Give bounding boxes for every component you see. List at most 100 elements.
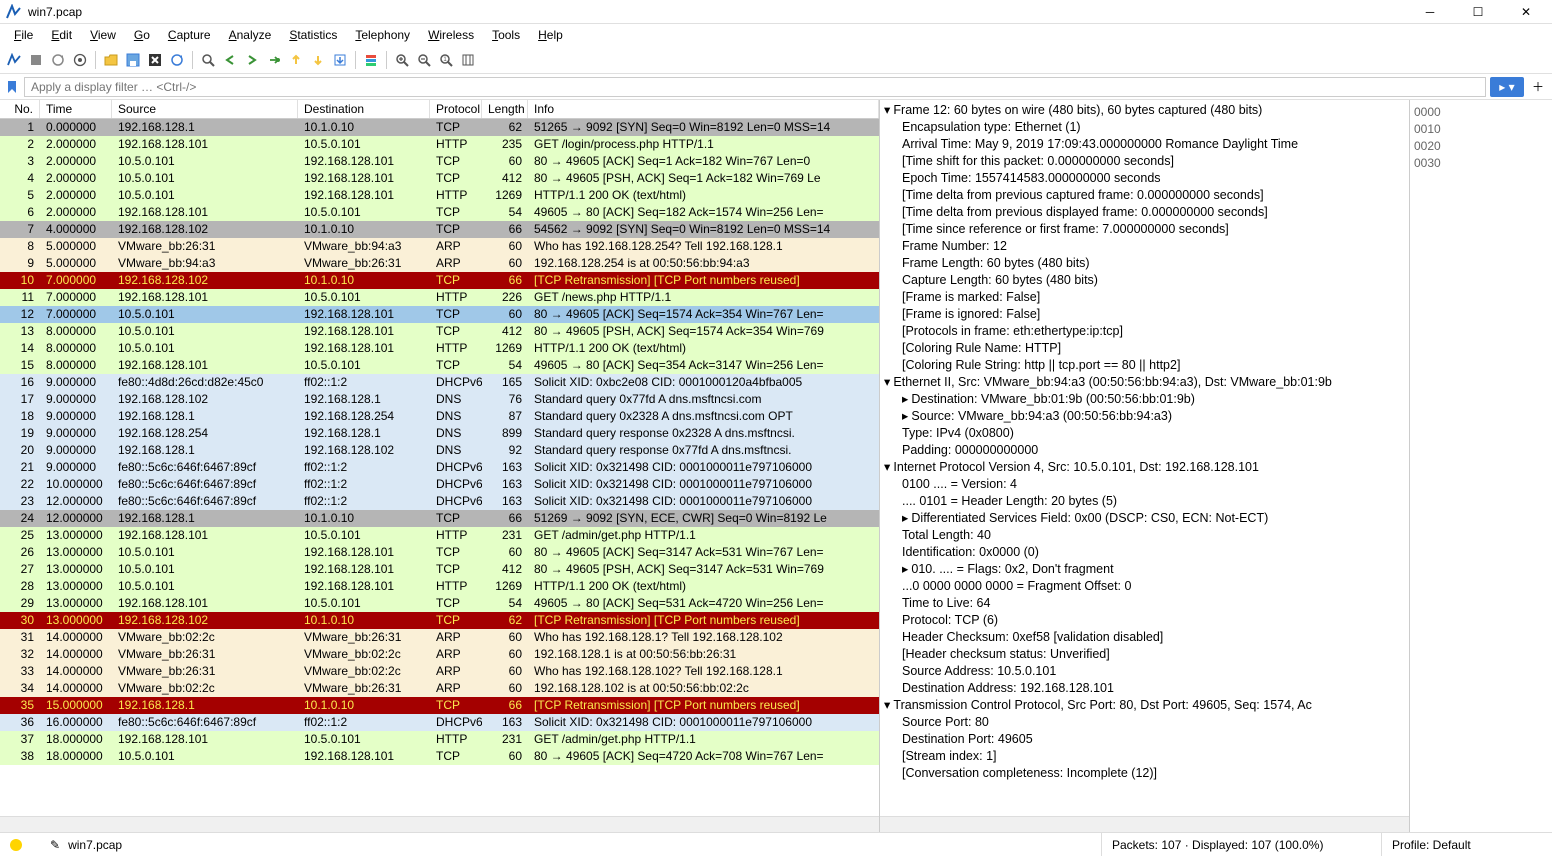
packet-row[interactable]: 179.000000192.168.128.102192.168.128.1DN…	[0, 391, 879, 408]
go-back-icon[interactable]	[220, 50, 240, 70]
packet-row[interactable]: 85.000000VMware_bb:26:31VMware_bb:94:a3A…	[0, 238, 879, 255]
menu-view[interactable]: View	[82, 26, 124, 44]
packet-row[interactable]: 148.00000010.5.0.101192.168.128.101HTTP1…	[0, 340, 879, 357]
col-dest[interactable]: Destination	[298, 100, 430, 118]
detail-line[interactable]: [Time delta from previous captured frame…	[884, 187, 1405, 204]
col-length[interactable]: Length	[482, 100, 528, 118]
auto-scroll-icon[interactable]	[330, 50, 350, 70]
capture-options-icon[interactable]	[70, 50, 90, 70]
detail-line[interactable]: [Coloring Rule Name: HTTP]	[884, 340, 1405, 357]
menu-file[interactable]: File	[6, 26, 41, 44]
detail-line[interactable]: [Protocols in frame: eth:ethertype:ip:tc…	[884, 323, 1405, 340]
find-packet-icon[interactable]	[198, 50, 218, 70]
detail-line[interactable]: Frame Length: 60 bytes (480 bits)	[884, 255, 1405, 272]
packet-row[interactable]: 3214.000000VMware_bb:26:31VMware_bb:02:2…	[0, 646, 879, 663]
zoom-out-icon[interactable]	[414, 50, 434, 70]
detail-line[interactable]: [Coloring Rule String: http || tcp.port …	[884, 357, 1405, 374]
packet-row[interactable]: 158.000000192.168.128.10110.5.0.101TCP54…	[0, 357, 879, 374]
detail-line[interactable]: Arrival Time: May 9, 2019 17:09:43.00000…	[884, 136, 1405, 153]
packet-row[interactable]: 3013.000000192.168.128.10210.1.0.10TCP62…	[0, 612, 879, 629]
packet-row[interactable]: 219.000000fe80::5c6c:646f:6467:89cfff02:…	[0, 459, 879, 476]
menu-capture[interactable]: Capture	[160, 26, 219, 44]
detail-line[interactable]: [Time since reference or first frame: 7.…	[884, 221, 1405, 238]
start-capture-icon[interactable]	[4, 50, 24, 70]
menu-edit[interactable]: Edit	[43, 26, 80, 44]
packet-detail-tree[interactable]: Frame 12: 60 bytes on wire (480 bits), 6…	[880, 100, 1409, 816]
stop-capture-icon[interactable]	[26, 50, 46, 70]
detail-line[interactable]: Destination Port: 49605	[884, 731, 1405, 748]
packet-row[interactable]: 3314.000000VMware_bb:26:31VMware_bb:02:2…	[0, 663, 879, 680]
packet-row[interactable]: 74.000000192.168.128.10210.1.0.10TCP6654…	[0, 221, 879, 238]
detail-line[interactable]: Frame Number: 12	[884, 238, 1405, 255]
packet-row[interactable]: 42.00000010.5.0.101192.168.128.101TCP412…	[0, 170, 879, 187]
detail-line[interactable]: ...0 0000 0000 0000 = Fragment Offset: 0	[884, 578, 1405, 595]
menu-telephony[interactable]: Telephony	[347, 26, 418, 44]
packet-row[interactable]: 3818.00000010.5.0.101192.168.128.101TCP6…	[0, 748, 879, 765]
packet-row[interactable]: 2513.000000192.168.128.10110.5.0.101HTTP…	[0, 527, 879, 544]
detail-line[interactable]: Source Address: 10.5.0.101	[884, 663, 1405, 680]
detail-line[interactable]: [Frame is marked: False]	[884, 289, 1405, 306]
packet-row[interactable]: 209.000000192.168.128.1192.168.128.102DN…	[0, 442, 879, 459]
detail-line[interactable]: [Frame is ignored: False]	[884, 306, 1405, 323]
detail-line[interactable]: Type: IPv4 (0x0800)	[884, 425, 1405, 442]
packet-row[interactable]: 3414.000000VMware_bb:02:2cVMware_bb:26:3…	[0, 680, 879, 697]
packet-row[interactable]: 2210.000000fe80::5c6c:646f:6467:89cfff02…	[0, 476, 879, 493]
packet-row[interactable]: 189.000000192.168.128.1192.168.128.254DN…	[0, 408, 879, 425]
menu-statistics[interactable]: Statistics	[281, 26, 345, 44]
menu-go[interactable]: Go	[126, 26, 158, 44]
detail-line[interactable]: [Header checksum status: Unverified]	[884, 646, 1405, 663]
detail-line[interactable]: Source: VMware_bb:94:a3 (00:50:56:bb:94:…	[884, 408, 1405, 425]
detail-line[interactable]: Encapsulation type: Ethernet (1)	[884, 119, 1405, 136]
detail-line[interactable]: [Stream index: 1]	[884, 748, 1405, 765]
packet-row[interactable]: 22.000000192.168.128.10110.5.0.101HTTP23…	[0, 136, 879, 153]
packet-row[interactable]: 2913.000000192.168.128.10110.5.0.101TCP5…	[0, 595, 879, 612]
maximize-button[interactable]: ☐	[1458, 2, 1498, 22]
menu-analyze[interactable]: Analyze	[221, 26, 280, 44]
h-scrollbar[interactable]	[0, 816, 879, 832]
detail-line[interactable]: Capture Length: 60 bytes (480 bits)	[884, 272, 1405, 289]
go-forward-icon[interactable]	[242, 50, 262, 70]
go-to-packet-icon[interactable]	[264, 50, 284, 70]
packet-row[interactable]: 2412.000000192.168.128.110.1.0.10TCP6651…	[0, 510, 879, 527]
menu-wireless[interactable]: Wireless	[420, 26, 482, 44]
detail-line[interactable]: Header Checksum: 0xef58 [validation disa…	[884, 629, 1405, 646]
col-time[interactable]: Time	[40, 100, 112, 118]
packet-list-body[interactable]: 10.000000192.168.128.110.1.0.10TCP625126…	[0, 119, 879, 816]
detail-line[interactable]: Ethernet II, Src: VMware_bb:94:a3 (00:50…	[884, 374, 1405, 391]
filter-apply-dropdown[interactable]: ▸ ▾	[1490, 77, 1524, 97]
minimize-button[interactable]: ─	[1410, 2, 1450, 22]
detail-line[interactable]: [Time delta from previous displayed fram…	[884, 204, 1405, 221]
detail-line[interactable]: [Time shift for this packet: 0.000000000…	[884, 153, 1405, 170]
detail-line[interactable]: Source Port: 80	[884, 714, 1405, 731]
packet-row[interactable]: 52.00000010.5.0.101192.168.128.101HTTP12…	[0, 187, 879, 204]
detail-line[interactable]: Padding: 000000000000	[884, 442, 1405, 459]
zoom-in-icon[interactable]	[392, 50, 412, 70]
col-source[interactable]: Source	[112, 100, 298, 118]
bookmark-icon[interactable]	[4, 79, 20, 95]
packet-row[interactable]: 107.000000192.168.128.10210.1.0.10TCP66[…	[0, 272, 879, 289]
filter-add-button[interactable]: ＋	[1528, 77, 1548, 97]
detail-line[interactable]: 010. .... = Flags: 0x2, Don't fragment	[884, 561, 1405, 578]
capture-file-icon[interactable]: ✎	[50, 838, 60, 852]
packet-row[interactable]: 2312.000000fe80::5c6c:646f:6467:89cfff02…	[0, 493, 879, 510]
go-first-icon[interactable]	[286, 50, 306, 70]
detail-line[interactable]: 0100 .... = Version: 4	[884, 476, 1405, 493]
detail-line[interactable]: Transmission Control Protocol, Src Port:…	[884, 697, 1405, 714]
detail-line[interactable]: [Conversation completeness: Incomplete (…	[884, 765, 1405, 782]
reload-icon[interactable]	[167, 50, 187, 70]
status-profile[interactable]: Profile: Default	[1382, 833, 1552, 856]
packet-row[interactable]: 32.00000010.5.0.101192.168.128.101TCP608…	[0, 153, 879, 170]
save-file-icon[interactable]	[123, 50, 143, 70]
packet-list-header[interactable]: No. Time Source Destination Protocol Len…	[0, 100, 879, 119]
detail-line[interactable]: Total Length: 40	[884, 527, 1405, 544]
col-no[interactable]: No.	[0, 100, 40, 118]
detail-line[interactable]: Frame 12: 60 bytes on wire (480 bits), 6…	[884, 102, 1405, 119]
col-protocol[interactable]: Protocol	[430, 100, 482, 118]
packet-row[interactable]: 2813.00000010.5.0.101192.168.128.101HTTP…	[0, 578, 879, 595]
packet-row[interactable]: 2713.00000010.5.0.101192.168.128.101TCP4…	[0, 561, 879, 578]
close-button[interactable]: ✕	[1506, 2, 1546, 22]
detail-line[interactable]: Destination Address: 192.168.128.101	[884, 680, 1405, 697]
detail-line[interactable]: Internet Protocol Version 4, Src: 10.5.0…	[884, 459, 1405, 476]
packet-row[interactable]: 3114.000000VMware_bb:02:2cVMware_bb:26:3…	[0, 629, 879, 646]
packet-row[interactable]: 117.000000192.168.128.10110.5.0.101HTTP2…	[0, 289, 879, 306]
